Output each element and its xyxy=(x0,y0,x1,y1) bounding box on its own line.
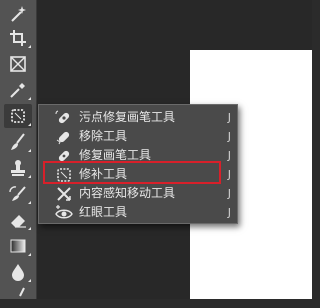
selection-highlight-box xyxy=(43,161,221,184)
history-brush-icon[interactable] xyxy=(4,182,32,206)
patch-icon[interactable] xyxy=(4,104,32,128)
more-tools-indicator xyxy=(28,253,31,256)
menu-item-shortcut: J xyxy=(227,168,231,181)
more-tools-indicator xyxy=(28,201,31,204)
magic-wand-icon[interactable] xyxy=(4,2,32,26)
gradient-icon[interactable] xyxy=(4,234,32,258)
menu-item-shortcut: J xyxy=(227,206,231,219)
menu-item-shortcut: J xyxy=(227,111,231,124)
menu-item-label: 红眼工具 xyxy=(79,205,128,219)
frame-icon[interactable] xyxy=(4,52,32,76)
blur-drop-icon[interactable] xyxy=(4,260,32,284)
tools-panel xyxy=(0,0,37,299)
menu-item-label: 污点修复画笔工具 xyxy=(79,110,176,124)
menu-item-shortcut: J xyxy=(227,187,231,200)
menu-item-red-eye[interactable]: 红眼工具 J xyxy=(39,203,237,222)
more-tools-indicator xyxy=(28,175,31,178)
brush-icon[interactable] xyxy=(4,130,32,154)
menu-item-content-aware-move[interactable]: 内容感知移动工具 J xyxy=(39,184,237,203)
menu-item-spot-healing-brush[interactable]: 污点修复画笔工具 J xyxy=(39,108,237,127)
menu-item-label: 移除工具 xyxy=(79,129,128,143)
stamp-icon[interactable] xyxy=(4,156,32,180)
menu-item-shortcut: J xyxy=(227,130,231,143)
spot-healing-brush-icon xyxy=(55,109,73,127)
more-tools-indicator xyxy=(28,45,31,48)
content-aware-move-icon xyxy=(55,185,73,203)
eraser-icon[interactable] xyxy=(4,208,32,232)
eyedropper-icon[interactable] xyxy=(4,78,32,102)
dodge-icon[interactable] xyxy=(4,284,32,308)
menu-item-label: 内容感知移动工具 xyxy=(79,186,176,200)
menu-item-remove-tool[interactable]: 移除工具 J xyxy=(39,127,237,146)
more-tools-indicator xyxy=(28,149,31,152)
more-tools-indicator xyxy=(28,279,31,282)
more-tools-indicator xyxy=(28,97,31,100)
remove-tool-icon xyxy=(55,128,73,146)
more-tools-indicator xyxy=(28,123,31,126)
crop-icon[interactable] xyxy=(4,26,32,50)
menu-item-shortcut: J xyxy=(227,149,231,162)
red-eye-icon xyxy=(55,204,73,222)
more-tools-indicator xyxy=(28,227,31,230)
